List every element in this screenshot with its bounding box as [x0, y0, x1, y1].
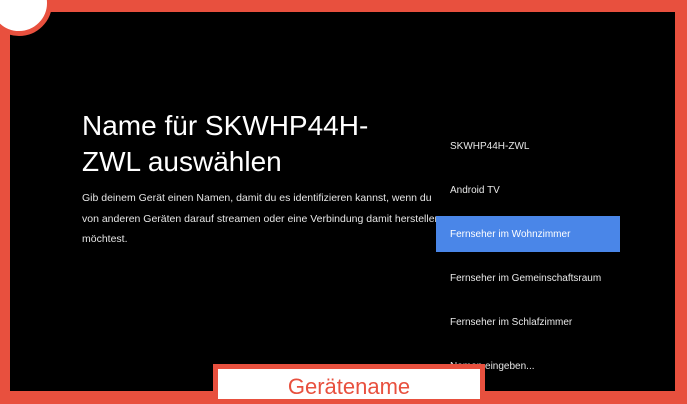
option-common-room-tv[interactable]: Fernseher im Gemeinschaftsraum [436, 260, 620, 296]
page-title: Name für SKWHP44H-ZWL auswählen [82, 110, 369, 177]
page-description: Gib deinem Gerät einen Namen, damit du e… [82, 192, 441, 245]
device-name-options-list: SKWHP44H-ZWL Android TV Fernseher im Woh… [436, 128, 620, 391]
option-living-room-tv[interactable]: Fernseher im Wohnzimmer [436, 216, 620, 252]
option-bedroom-tv[interactable]: Fernseher im Schlafzimmer [436, 304, 620, 340]
caption-banner: Gerätename [213, 364, 485, 404]
tv-screen: Name für SKWHP44H-ZWL auswählen Gib dein… [10, 12, 675, 391]
caption-text: Gerätename [287, 374, 411, 399]
option-android-tv[interactable]: Android TV [436, 172, 620, 208]
option-device-model[interactable]: SKWHP44H-ZWL [436, 128, 620, 164]
